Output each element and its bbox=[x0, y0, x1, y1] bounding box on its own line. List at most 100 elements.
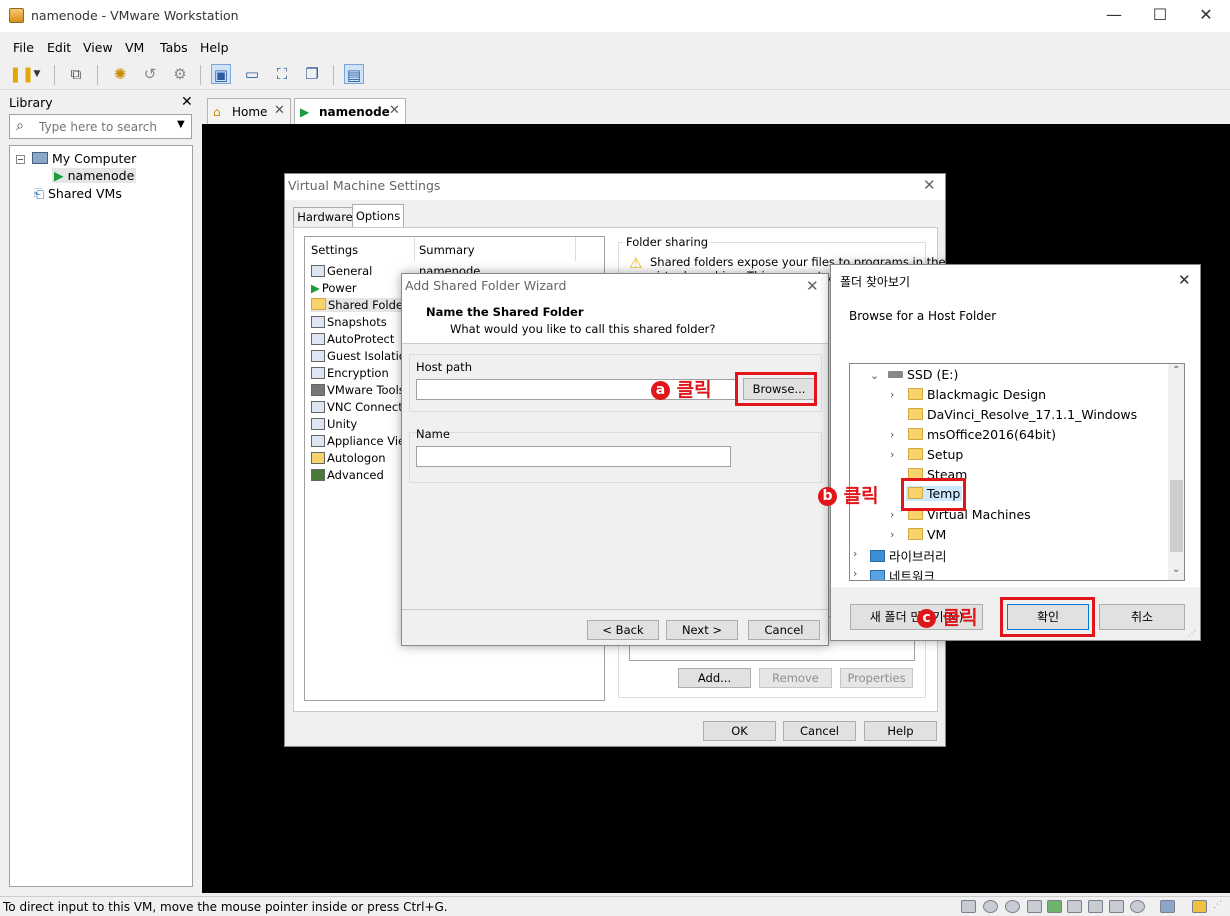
full-screen-icon[interactable]: ⛶ bbox=[272, 64, 292, 84]
message-log-icon[interactable] bbox=[1192, 900, 1207, 913]
sound-icon[interactable] bbox=[1109, 900, 1124, 913]
add-button[interactable]: Add... bbox=[678, 668, 751, 688]
menu-vm[interactable]: VM bbox=[125, 40, 144, 55]
chevron-right-icon[interactable]: › bbox=[890, 508, 894, 521]
chevron-right-icon[interactable]: › bbox=[890, 448, 894, 461]
tree-item-drive[interactable]: SSD (E:) bbox=[888, 367, 958, 382]
settings-item-advanced[interactable]: Advanced bbox=[311, 468, 384, 482]
tree-item-network[interactable]: 네트워크 bbox=[870, 566, 935, 580]
usb-icon[interactable] bbox=[1067, 900, 1082, 913]
settings-item-snapshots[interactable]: Snapshots bbox=[311, 315, 387, 329]
browse-cancel-button[interactable]: 취소 bbox=[1099, 604, 1185, 630]
tab-home[interactable]: ⌂ Home ✕ bbox=[207, 98, 291, 124]
wizard-cancel-button[interactable]: Cancel bbox=[748, 620, 820, 640]
unity-icon[interactable]: ❐ bbox=[302, 64, 322, 84]
printer-icon[interactable] bbox=[1088, 900, 1103, 913]
settings-item-general[interactable]: General bbox=[311, 264, 372, 278]
thumbnail-bar-icon[interactable]: ▭ bbox=[242, 64, 262, 84]
tree-item-namenode[interactable]: ▶ namenode bbox=[52, 168, 137, 183]
resize-grip-icon[interactable]: ⋰ bbox=[1213, 900, 1222, 910]
tree-item-folder[interactable]: DaVinci_Resolve_17.1.1_Windows bbox=[908, 407, 1137, 422]
next-button[interactable]: Next > bbox=[666, 620, 738, 640]
floppy-icon[interactable] bbox=[1027, 900, 1042, 913]
library-close-icon[interactable]: ✕ bbox=[181, 94, 193, 110]
resize-grip-icon[interactable]: ⋰ bbox=[1188, 629, 1196, 638]
pause-icon[interactable]: ❚❚ bbox=[9, 64, 34, 84]
highlight-confirm bbox=[1000, 597, 1095, 637]
back-button[interactable]: < Back bbox=[587, 620, 659, 640]
status-bar: To direct input to this VM, move the mou… bbox=[0, 896, 1230, 916]
menu-file[interactable]: File bbox=[13, 40, 34, 55]
tree-item-folder[interactable]: Setup bbox=[908, 447, 963, 462]
cancel-button[interactable]: Cancel bbox=[783, 721, 856, 741]
tree-item-library[interactable]: 라이브러리 bbox=[870, 546, 947, 565]
chevron-right-icon[interactable]: › bbox=[890, 388, 894, 401]
settings-item-shared-folders[interactable]: Shared Folders bbox=[311, 298, 414, 312]
settings-column-header: Settings bbox=[311, 243, 359, 257]
tree-item-folder[interactable]: Blackmagic Design bbox=[908, 387, 1046, 402]
chevron-right-icon[interactable]: › bbox=[853, 547, 857, 560]
settings-item-guest-isolation[interactable]: Guest Isolation bbox=[311, 349, 413, 363]
tab-close-icon[interactable]: ✕ bbox=[389, 103, 400, 118]
display-icon[interactable] bbox=[1160, 900, 1175, 913]
chevron-right-icon[interactable]: › bbox=[890, 528, 894, 541]
maximize-button[interactable]: ☐ bbox=[1137, 0, 1183, 32]
settings-item-autoprotect[interactable]: AutoProtect bbox=[311, 332, 394, 346]
camera-icon[interactable] bbox=[1130, 900, 1145, 913]
tab-options[interactable]: Options bbox=[352, 204, 404, 228]
tree-item-folder[interactable]: msOffice2016(64bit) bbox=[908, 427, 1056, 442]
tab-namenode[interactable]: ▶ namenode ✕ bbox=[294, 98, 406, 125]
menu-edit[interactable]: Edit bbox=[47, 40, 71, 55]
network-adapter-icon[interactable] bbox=[1047, 900, 1062, 913]
settings-item-power[interactable]: ▶ Power bbox=[311, 281, 357, 295]
chevron-down-icon[interactable]: ▼ bbox=[177, 119, 185, 130]
cd-rom-icon[interactable] bbox=[1005, 900, 1020, 913]
minimize-button[interactable]: — bbox=[1091, 0, 1137, 32]
ok-button[interactable]: OK bbox=[703, 721, 776, 741]
tab-close-icon[interactable]: ✕ bbox=[274, 103, 285, 118]
library-tree: − My Computer ▶ namenode ⎗ Shared VMs bbox=[9, 145, 193, 887]
menu-help[interactable]: Help bbox=[200, 40, 229, 55]
expand-arrow-icon[interactable]: ⌄ bbox=[870, 369, 879, 382]
close-window-button[interactable]: ✕ bbox=[1183, 0, 1229, 32]
settings-item-encryption[interactable]: Encryption bbox=[311, 366, 389, 380]
scroll-up-icon[interactable]: ⌃ bbox=[1172, 365, 1180, 376]
settings-item-unity[interactable]: Unity bbox=[311, 417, 357, 431]
take-snapshot-icon[interactable]: ✺ bbox=[110, 64, 130, 84]
scroll-down-icon[interactable]: ⌄ bbox=[1172, 564, 1180, 575]
network-icon[interactable]: ⧉ bbox=[66, 64, 86, 84]
chevron-right-icon[interactable]: › bbox=[853, 567, 857, 580]
menu-tabs[interactable]: Tabs bbox=[160, 40, 188, 55]
search-input[interactable] bbox=[37, 118, 172, 135]
menu-view[interactable]: View bbox=[83, 40, 113, 55]
snapshot-manager-icon[interactable]: ⚙ bbox=[170, 64, 190, 84]
show-library-icon[interactable]: ▣ bbox=[211, 64, 231, 84]
tab-hardware[interactable]: Hardware bbox=[293, 207, 357, 227]
library-icon bbox=[870, 550, 885, 562]
close-icon[interactable]: ✕ bbox=[1178, 271, 1191, 289]
tree-item-shared-vms[interactable]: ⎗ Shared VMs bbox=[34, 186, 122, 202]
console-view-icon[interactable]: ▤ bbox=[344, 64, 364, 84]
help-button[interactable]: Help bbox=[864, 721, 937, 741]
hard-disk-icon[interactable] bbox=[961, 900, 976, 913]
name-input[interactable] bbox=[416, 446, 731, 467]
tree-item-folder[interactable]: VM bbox=[908, 527, 946, 542]
library-search[interactable]: ⌕ ▼ bbox=[9, 114, 192, 139]
close-icon[interactable]: ✕ bbox=[806, 277, 819, 295]
tree-item-my-computer[interactable]: − My Computer bbox=[16, 151, 136, 166]
close-icon[interactable]: ✕ bbox=[923, 176, 936, 194]
settings-item-vmware-tools[interactable]: VMware Tools bbox=[311, 383, 405, 397]
revert-snapshot-icon[interactable]: ↺ bbox=[140, 64, 160, 84]
folder-icon bbox=[908, 428, 923, 440]
window-title: namenode - VMware Workstation bbox=[31, 8, 239, 23]
cd-rom-icon[interactable] bbox=[983, 900, 998, 913]
settings-item-appliance-view[interactable]: Appliance View bbox=[311, 434, 415, 448]
scrollbar-thumb[interactable] bbox=[1170, 480, 1183, 552]
chevron-down-icon[interactable]: ▼ bbox=[30, 64, 44, 84]
vmware-app-icon bbox=[9, 8, 24, 23]
collapse-icon[interactable]: − bbox=[16, 155, 25, 164]
chevron-right-icon[interactable]: › bbox=[890, 428, 894, 441]
settings-item-autologon[interactable]: Autologon bbox=[311, 451, 386, 465]
tree-scrollbar[interactable]: ⌃ ⌄ bbox=[1168, 364, 1184, 580]
dialog-title: 폴더 찾아보기 bbox=[840, 275, 911, 289]
